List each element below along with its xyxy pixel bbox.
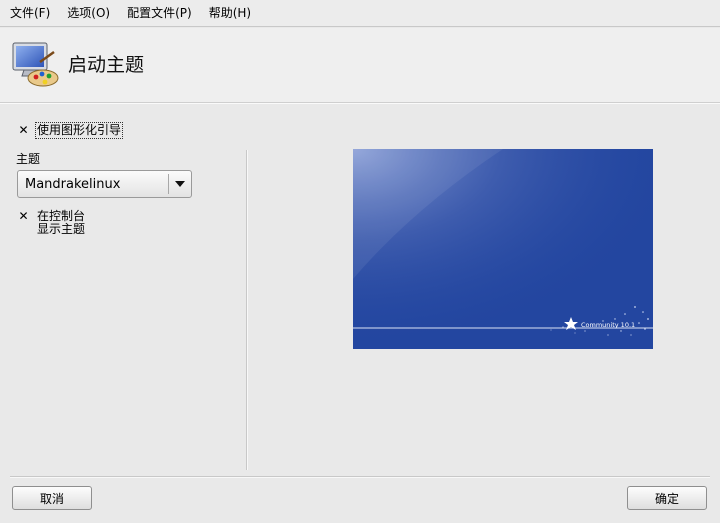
cancel-button[interactable]: 取消 [12,486,92,510]
chevron-down-icon[interactable] [175,181,185,187]
combo-divider [168,174,169,194]
theme-label: 主题 [16,152,41,166]
menu-file[interactable]: 文件(F) [0,0,57,26]
use-graphical-boot-label: 使用图形化引导 [34,122,124,139]
header-banner: 启动主题 [0,28,720,103]
theme-preview: Community 10.1 [353,149,653,349]
show-theme-console-label-line1: 在控制台 [37,209,86,223]
bottom-divider [10,476,710,477]
theme-select-value: Mandrakelinux [25,177,121,192]
show-theme-console-label-line2: 显示主题 [37,222,86,236]
page-title: 启动主题 [68,54,145,76]
ok-button[interactable]: 确定 [627,486,707,510]
menu-options[interactable]: 选项(O) [57,0,117,26]
theme-select[interactable]: Mandrakelinux [17,170,192,198]
monitor-palette-icon [12,42,59,87]
menu-profile[interactable]: 配置文件(P) [117,0,199,26]
vertical-divider [246,150,247,470]
show-theme-console-label: 在控制台 显示主题 [37,210,85,236]
show-theme-console-checkbox[interactable]: ✕ [18,210,29,222]
use-graphical-boot-option[interactable]: ✕ 使用图形化引导 [18,122,124,139]
show-theme-console-option[interactable]: ✕ 在控制台 显示主题 [18,210,85,236]
menubar: 文件(F) 选项(O) 配置文件(P) 帮助(H) [0,0,720,27]
menu-help[interactable]: 帮助(H) [199,0,258,26]
theme-preview-image: Community 10.1 [353,149,653,349]
use-graphical-boot-checkbox[interactable]: ✕ [18,124,29,136]
preview-brand-text: Community 10.1 [581,321,635,329]
